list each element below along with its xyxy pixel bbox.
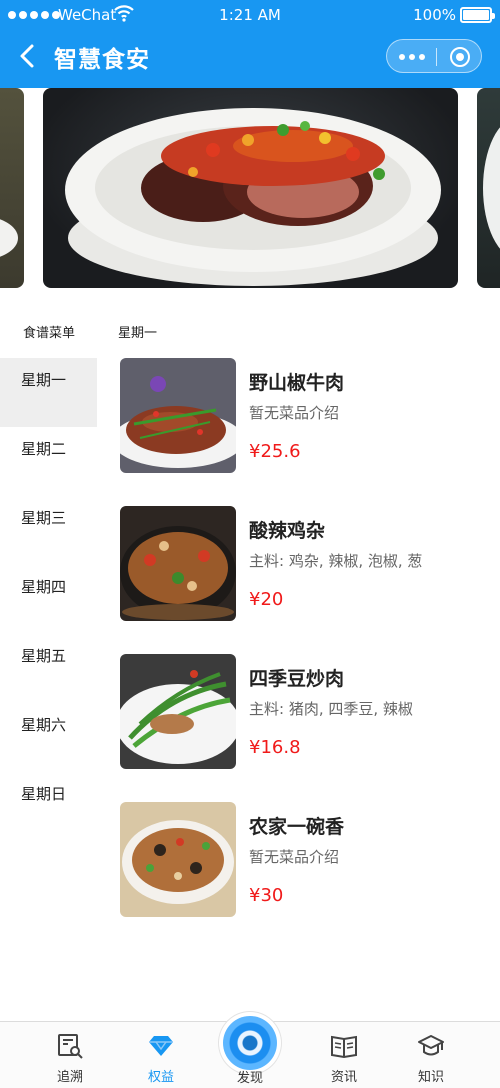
battery-icon	[460, 7, 495, 23]
day-tab-saturday[interactable]: 星期六	[0, 703, 97, 772]
dish-image	[120, 506, 236, 621]
diamond-icon	[149, 1036, 173, 1056]
dish-description: 暂无菜品介绍	[249, 404, 340, 422]
tab-label: 发现	[236, 1071, 263, 1086]
dish-name: 酸辣鸡杂	[249, 520, 326, 542]
banner-image-dish[interactable]	[43, 88, 458, 288]
more-icon[interactable]	[399, 54, 425, 60]
selected-day-title: 星期一	[118, 326, 158, 341]
dish-price: ¥16.8	[249, 737, 301, 758]
tab-rights[interactable]: 权益	[131, 1032, 191, 1085]
day-tab-tuesday[interactable]: 星期二	[0, 427, 97, 496]
graduation-cap-icon	[418, 1035, 444, 1056]
tab-knowledge[interactable]: 知识	[401, 1032, 461, 1085]
tab-discover[interactable]	[219, 1012, 281, 1074]
tab-label: 资讯	[330, 1070, 357, 1085]
dish-name: 野山椒牛肉	[249, 372, 345, 394]
dish-item[interactable]: 野山椒牛肉 暂无菜品介绍 ¥25.6	[120, 358, 490, 474]
day-tab-friday[interactable]: 星期五	[0, 634, 97, 703]
discover-icon	[223, 1016, 277, 1070]
dish-price: ¥30	[249, 885, 284, 906]
dish-description: 主料: 猪肉, 四季豆, 辣椒	[249, 700, 413, 718]
dish-price: ¥20	[249, 589, 284, 610]
tab-label: 知识	[417, 1070, 444, 1085]
page-title: 智慧食安	[54, 47, 150, 73]
day-tab-monday[interactable]: 星期一	[0, 358, 97, 427]
dish-item[interactable]: 农家一碗香 暂无菜品介绍 ¥30	[120, 802, 490, 918]
header: WeChat 1:21 AM 100% 智慧食安	[0, 0, 500, 88]
trace-icon	[58, 1034, 83, 1059]
dish-photo	[65, 108, 441, 286]
menu-section-title: 食谱菜单	[23, 326, 76, 341]
tab-label: 追溯	[56, 1070, 83, 1085]
dish-item[interactable]: 四季豆炒肉 主料: 猪肉, 四季豆, 辣椒 ¥16.8	[120, 654, 490, 770]
status-bar: WeChat 1:21 AM 100%	[0, 0, 500, 32]
dish-description: 主料: 鸡杂, 辣椒, 泡椒, 葱	[249, 552, 423, 570]
dish-description: 暂无菜品介绍	[249, 848, 340, 866]
day-tab-sunday[interactable]: 星期日	[0, 772, 97, 841]
app-page: WeChat 1:21 AM 100% 智慧食安 食谱菜单 星期一 星期一 星期…	[0, 0, 500, 1088]
bottom-tab-bar: 追溯 权益 发现 资讯 知识	[0, 1012, 500, 1088]
banner-carousel[interactable]	[0, 88, 500, 294]
dish-image	[120, 358, 236, 473]
capsule-divider	[436, 48, 437, 66]
book-icon	[331, 1035, 357, 1059]
day-tab-thursday[interactable]: 星期四	[0, 565, 97, 634]
dish-name: 四季豆炒肉	[249, 668, 345, 690]
dish-price: ¥25.6	[249, 441, 301, 462]
dish-image	[120, 802, 236, 917]
dish-name: 农家一碗香	[249, 816, 345, 838]
nav-bar: 智慧食安	[0, 32, 500, 88]
dish-image	[120, 654, 236, 769]
tab-label: 权益	[147, 1070, 174, 1085]
close-target-icon[interactable]	[450, 47, 470, 67]
day-sidebar: 星期一 星期二 星期三 星期四 星期五 星期六 星期日	[0, 358, 97, 841]
banner-slide-prev[interactable]	[0, 88, 24, 288]
battery-percent: 100%	[413, 6, 456, 24]
back-icon[interactable]	[12, 40, 44, 72]
tab-trace[interactable]: 追溯	[40, 1032, 100, 1085]
banner-slide-next[interactable]	[477, 88, 500, 288]
day-tab-wednesday[interactable]: 星期三	[0, 496, 97, 565]
tab-news[interactable]: 资讯	[314, 1032, 374, 1085]
dish-item[interactable]: 酸辣鸡杂 主料: 鸡杂, 辣椒, 泡椒, 葱 ¥20	[120, 506, 490, 622]
mini-program-capsule	[386, 39, 482, 73]
